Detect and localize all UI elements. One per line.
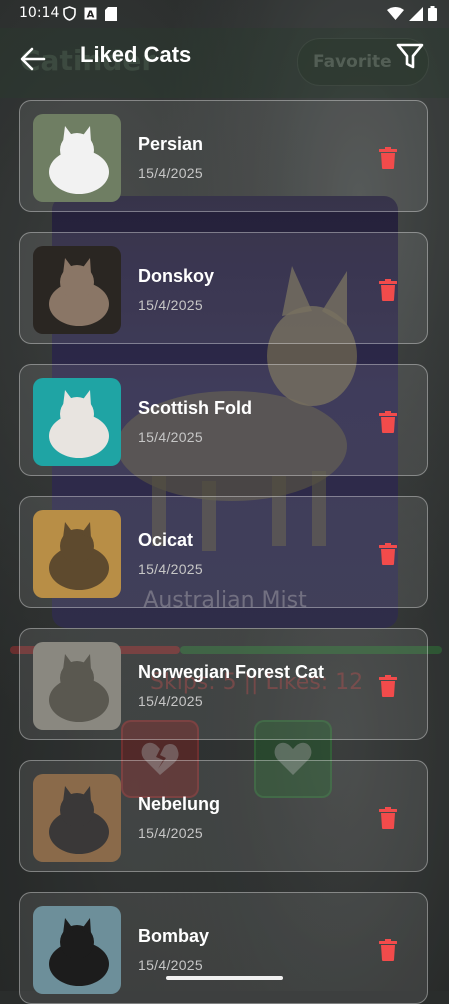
list-item[interactable]: Norwegian Forest Cat 15/4/2025 xyxy=(19,628,428,740)
arrow-left-icon xyxy=(20,47,46,71)
liked-date: 15/4/2025 xyxy=(138,165,203,181)
trash-icon xyxy=(379,543,397,565)
cat-name: Norwegian Forest Cat xyxy=(138,662,325,682)
cat-name: Persian xyxy=(138,134,204,154)
liked-date: 15/4/2025 xyxy=(138,957,203,973)
delete-button[interactable] xyxy=(377,937,399,963)
shield-icon xyxy=(63,6,76,21)
home-indicator[interactable] xyxy=(166,976,283,980)
list-item[interactable]: Bombay 15/4/2025 xyxy=(19,892,428,1004)
liked-date: 15/4/2025 xyxy=(138,297,203,313)
trash-icon xyxy=(379,939,397,961)
cat-name: Donskoy xyxy=(138,266,215,286)
list-item[interactable]: Ocicat 15/4/2025 xyxy=(19,496,428,608)
delete-button[interactable] xyxy=(377,541,399,567)
status-time: 10:14 xyxy=(19,5,60,21)
liked-date: 15/4/2025 xyxy=(138,825,203,841)
liked-date: 15/4/2025 xyxy=(138,429,203,445)
delete-button[interactable] xyxy=(377,277,399,303)
trash-icon xyxy=(379,279,397,301)
page-title: Liked Cats xyxy=(80,42,192,67)
trash-icon xyxy=(379,147,397,169)
sd-card-icon xyxy=(105,6,117,21)
liked-date: 15/4/2025 xyxy=(138,693,203,709)
battery-icon xyxy=(428,6,437,21)
status-right-icons xyxy=(387,6,437,21)
delete-button[interactable] xyxy=(377,145,399,171)
liked-date: 15/4/2025 xyxy=(138,561,203,577)
delete-button[interactable] xyxy=(377,409,399,435)
delete-button[interactable] xyxy=(377,673,399,699)
cat-name: Scottish Fold xyxy=(138,398,252,418)
delete-button[interactable] xyxy=(377,805,399,831)
trash-icon xyxy=(379,807,397,829)
cat-thumbnail xyxy=(33,114,121,202)
wifi-icon xyxy=(387,6,404,20)
signal-icon xyxy=(409,6,423,21)
cat-name: Nebelung xyxy=(138,794,221,814)
svg-text:A: A xyxy=(87,10,95,21)
cat-thumbnail xyxy=(33,774,121,862)
cat-thumbnail xyxy=(33,246,121,334)
back-button[interactable] xyxy=(18,44,48,74)
font-app-icon: A xyxy=(84,7,97,20)
status-bar: 10:14 A xyxy=(0,0,449,28)
filter-icon xyxy=(396,43,424,69)
filter-button[interactable] xyxy=(395,41,427,73)
status-left-icons: A xyxy=(63,6,117,21)
cat-thumbnail xyxy=(33,642,121,730)
list-item[interactable]: Donskoy 15/4/2025 xyxy=(19,232,428,344)
trash-icon xyxy=(379,675,397,697)
list-item[interactable]: Nebelung 15/4/2025 xyxy=(19,760,428,872)
app-bar: Liked Cats xyxy=(0,28,449,98)
cat-thumbnail xyxy=(33,378,121,466)
cat-name: Ocicat xyxy=(138,530,194,550)
list-item[interactable]: Scottish Fold 15/4/2025 xyxy=(19,364,428,476)
cat-name: Bombay xyxy=(138,926,210,946)
cat-thumbnail xyxy=(33,906,121,994)
cat-thumbnail xyxy=(33,510,121,598)
list-item[interactable]: Persian 15/4/2025 xyxy=(19,100,428,212)
trash-icon xyxy=(379,411,397,433)
